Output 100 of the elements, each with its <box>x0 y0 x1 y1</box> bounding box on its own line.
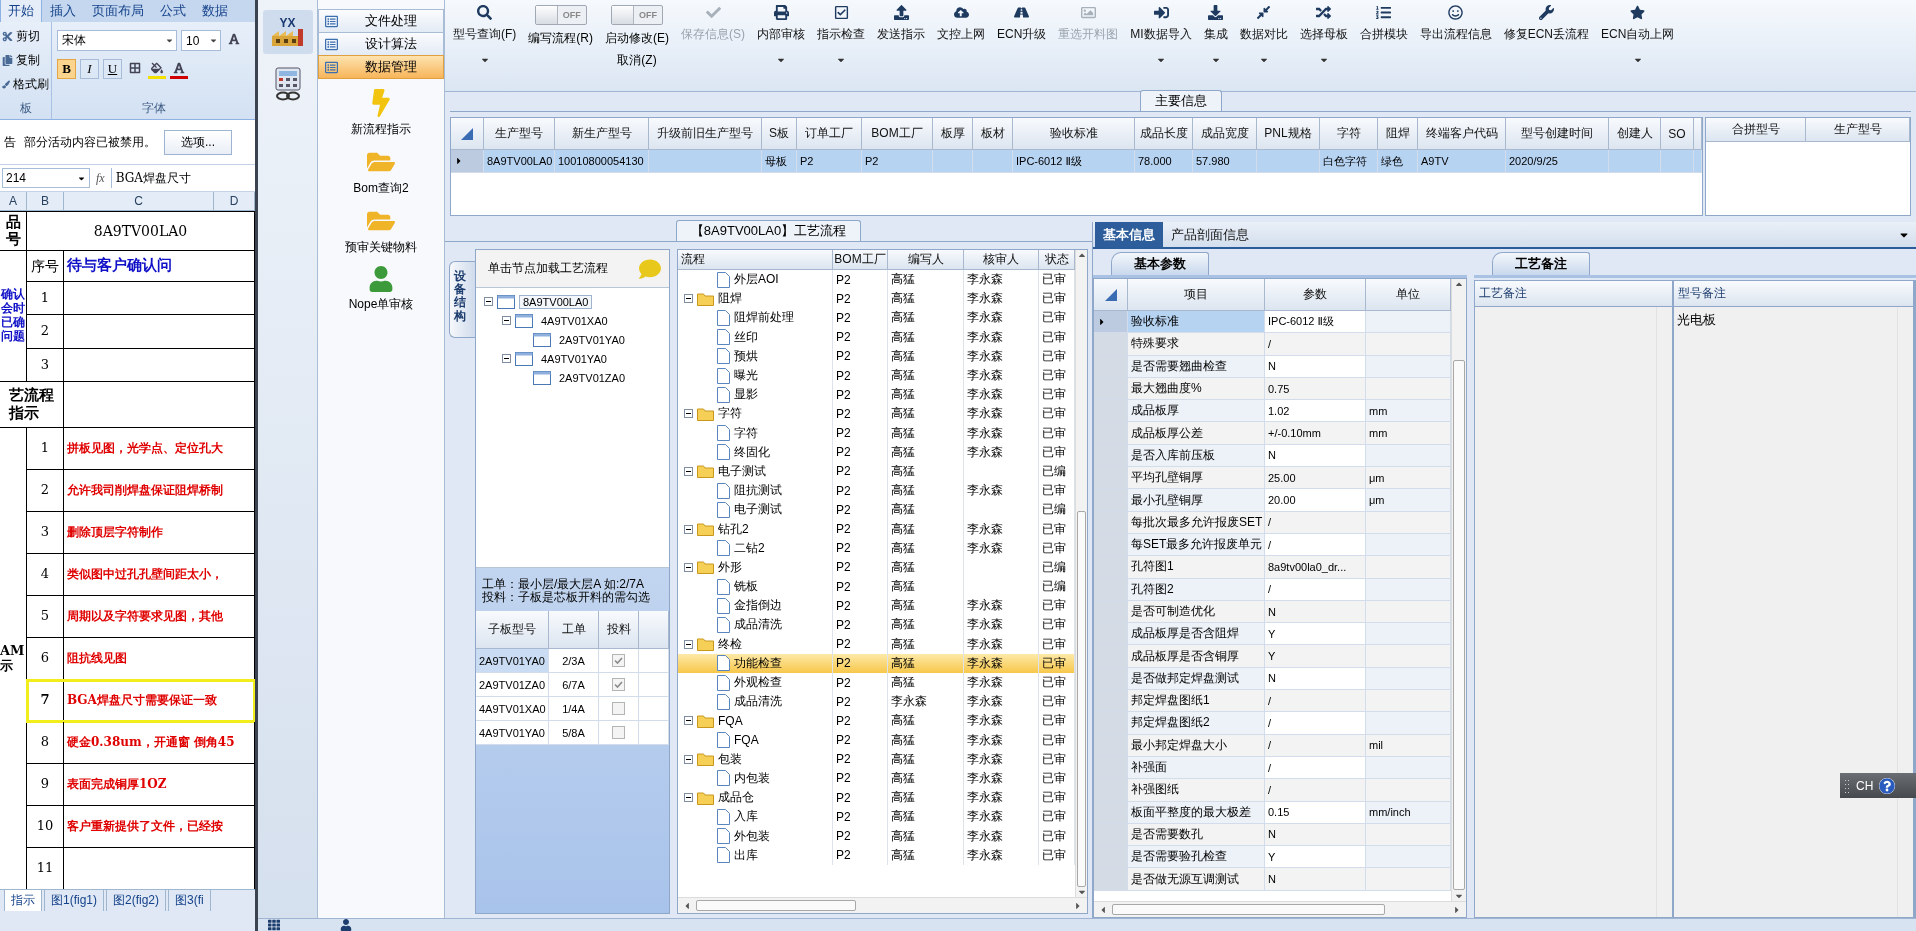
ribbon-tab[interactable]: 公式 <box>152 0 194 22</box>
collapse-icon[interactable] <box>684 409 693 419</box>
column-header[interactable]: PNL规格 <box>1257 118 1320 150</box>
flow-row[interactable]: 外层AOI P2 高猛 李永森 已审 <box>678 270 1075 290</box>
collapse-icon[interactable] <box>502 354 511 363</box>
section-tab[interactable]: 【8A9TV00LA0】工艺流程 <box>675 220 862 241</box>
column-header[interactable]: 流程 <box>678 250 833 270</box>
flow-row[interactable]: 成品仓 P2 高猛 李永森 已审 <box>678 788 1075 808</box>
ribbon-button[interactable]: 格式刷 <box>2 76 49 93</box>
toolbar-button[interactable]: 指示检查 <box>817 5 865 65</box>
column-header[interactable]: 生产型号 <box>1806 118 1910 142</box>
nav-section[interactable]: 文件处理 <box>318 9 444 33</box>
ribbon-tab[interactable]: 数据 <box>194 0 236 22</box>
toolbar-button[interactable]: 数据对比 <box>1239 5 1288 65</box>
toolbar-button[interactable]: ECN升级 <box>997 5 1047 43</box>
checkbox[interactable] <box>612 678 625 692</box>
help-icon[interactable] <box>1879 777 1896 794</box>
flow-row[interactable]: 终固化 P2 高猛 李永森 已审 <box>678 442 1075 462</box>
collapse-icon[interactable] <box>684 466 693 476</box>
nav-item[interactable]: 预审关键物料 <box>318 207 444 256</box>
scrollbar[interactable] <box>1451 279 1466 901</box>
flow-row[interactable]: FQA P2 高猛 李永森 已审 <box>678 711 1075 731</box>
column-header[interactable]: BOM工厂 <box>862 118 933 150</box>
collapse-icon[interactable] <box>684 639 693 649</box>
tree-node[interactable]: 4A9TV01YA0 <box>537 351 611 366</box>
nav-item[interactable]: Bom查询2 <box>318 148 444 197</box>
column-header[interactable]: 新生产型号 <box>555 118 649 150</box>
section-tab[interactable]: 主要信息 <box>1139 90 1222 111</box>
column-header[interactable]: BOM工厂 <box>833 250 888 270</box>
column-header[interactable]: 单位 <box>1366 279 1451 311</box>
column-header[interactable]: 合拼型号 <box>1706 118 1806 142</box>
flow-row[interactable]: FQA P2 高猛 李永森 已审 <box>678 730 1075 750</box>
collapse-icon[interactable] <box>684 793 693 803</box>
toolbar-button[interactable]: ECN自动上网 <box>1601 5 1675 65</box>
toolbar-button[interactable]: 修复ECN丢流程 <box>1503 5 1590 43</box>
flow-row[interactable]: 字符 P2 高猛 李永森 已审 <box>678 423 1075 443</box>
ribbon-tab[interactable]: 页面布局 <box>84 0 152 22</box>
column-header[interactable]: 字符 <box>1320 118 1378 150</box>
column-header[interactable]: 生产型号 <box>484 118 555 150</box>
subtab[interactable]: 基本参数 <box>1111 252 1209 275</box>
flow-row[interactable]: 包装 P2 高猛 李永森 已审 <box>678 749 1075 769</box>
checkbox[interactable] <box>612 702 625 716</box>
collapse-icon[interactable] <box>684 754 693 764</box>
flow-row[interactable]: 终检 P2 高猛 李永森 已审 <box>678 634 1075 654</box>
flow-row[interactable]: 电子测试 P2 高猛 已编 <box>678 500 1075 520</box>
side-tab[interactable]: 设备结构 <box>449 261 475 338</box>
table-cell[interactable]: 2A9TV01YA0 <box>476 649 549 674</box>
horizontal-scrollbar[interactable] <box>1094 901 1466 917</box>
column-header[interactable]: 阻焊 <box>1378 118 1418 150</box>
column-header[interactable]: 创建人 <box>1609 118 1661 150</box>
flow-row[interactable]: 外观检查 P2 高猛 李永森 已审 <box>678 672 1075 693</box>
row-header[interactable] <box>451 150 484 173</box>
grid-icon[interactable] <box>268 919 280 931</box>
flow-row[interactable]: 钻孔2 P2 高猛 李永森 已审 <box>678 519 1075 539</box>
cancel-label[interactable]: 取消(Z) <box>617 52 657 69</box>
collapse-icon[interactable] <box>502 316 511 325</box>
flow-row[interactable]: 铣板 P2 高猛 已编 <box>678 577 1075 597</box>
tree-node[interactable]: 4A9TV01XA0 <box>537 313 612 328</box>
flow-row[interactable]: 字符 P2 高猛 李永森 已审 <box>678 404 1075 424</box>
flow-row[interactable]: 预烘 P2 高猛 李永森 已审 <box>678 346 1075 366</box>
toolbar-button[interactable]: 文控上网 <box>937 5 985 43</box>
column-header[interactable]: 成品宽度 <box>1193 118 1257 150</box>
flow-row[interactable]: 成品清洗 P2 高猛 李永森 已审 <box>678 615 1075 635</box>
sheet-tab[interactable]: 指示 <box>4 889 42 912</box>
flow-row[interactable]: 成品清洗 P2 李永森 李永森 已审 <box>678 692 1075 712</box>
row-header[interactable] <box>1094 311 1128 334</box>
flow-row[interactable]: 曝光 P2 高猛 李永森 已审 <box>678 365 1075 386</box>
format-button[interactable]: U <box>103 59 122 79</box>
ribbon-button[interactable]: 剪切 <box>2 28 49 45</box>
column-header[interactable]: S板 <box>762 118 797 150</box>
ribbon-tab[interactable]: 开始 <box>0 0 42 22</box>
nav-section[interactable]: 数据管理 <box>318 55 444 79</box>
table-cell[interactable]: 4A9TV01XA0 <box>476 697 549 722</box>
flow-row[interactable]: 阻抗测试 P2 高猛 李永森 已审 <box>678 481 1075 501</box>
checkbox[interactable] <box>612 726 625 740</box>
tab[interactable]: 产品剖面信息 <box>1163 222 1257 247</box>
collapse-icon[interactable] <box>684 716 693 726</box>
toolbar-button[interactable]: 导出流程信息 <box>1419 5 1492 43</box>
table-cell[interactable]: 4A9TV01YA0 <box>476 721 549 746</box>
format-button[interactable]: I <box>80 59 99 79</box>
column-header[interactable]: 投料 <box>599 611 639 650</box>
flow-row[interactable]: 阻焊前处理 P2 高猛 李永森 已审 <box>678 308 1075 328</box>
flow-row[interactable]: 电子测试 P2 高猛 已编 <box>678 461 1075 482</box>
name-box[interactable]: 214 <box>2 168 90 188</box>
column-header[interactable]: 验收标准 <box>1013 118 1135 150</box>
collapse-icon[interactable] <box>684 524 693 534</box>
toolbar-button[interactable]: MI数据导入 <box>1130 5 1192 65</box>
toggle-label[interactable]: 启动修改(E) <box>605 30 669 47</box>
remark-field[interactable] <box>1475 307 1674 917</box>
font-size-field[interactable]: 10 <box>181 30 221 51</box>
column-header[interactable]: 升级前旧生产型号 <box>649 118 762 150</box>
toolbar-button[interactable]: 选择母板 <box>1299 5 1348 65</box>
column-header[interactable]: 状态 <box>1039 250 1075 270</box>
column-header[interactable]: 子板型号 <box>476 611 549 650</box>
module-button[interactable]: YX <box>262 10 313 54</box>
ribbon-button[interactable]: 复制 <box>2 52 49 69</box>
ribbon-tab[interactable]: 插入 <box>42 0 84 22</box>
language-bar[interactable]: CH <box>1840 773 1916 798</box>
column-header[interactable]: 参数 <box>1265 279 1366 311</box>
font-name-field[interactable]: 宋体 <box>57 30 177 51</box>
